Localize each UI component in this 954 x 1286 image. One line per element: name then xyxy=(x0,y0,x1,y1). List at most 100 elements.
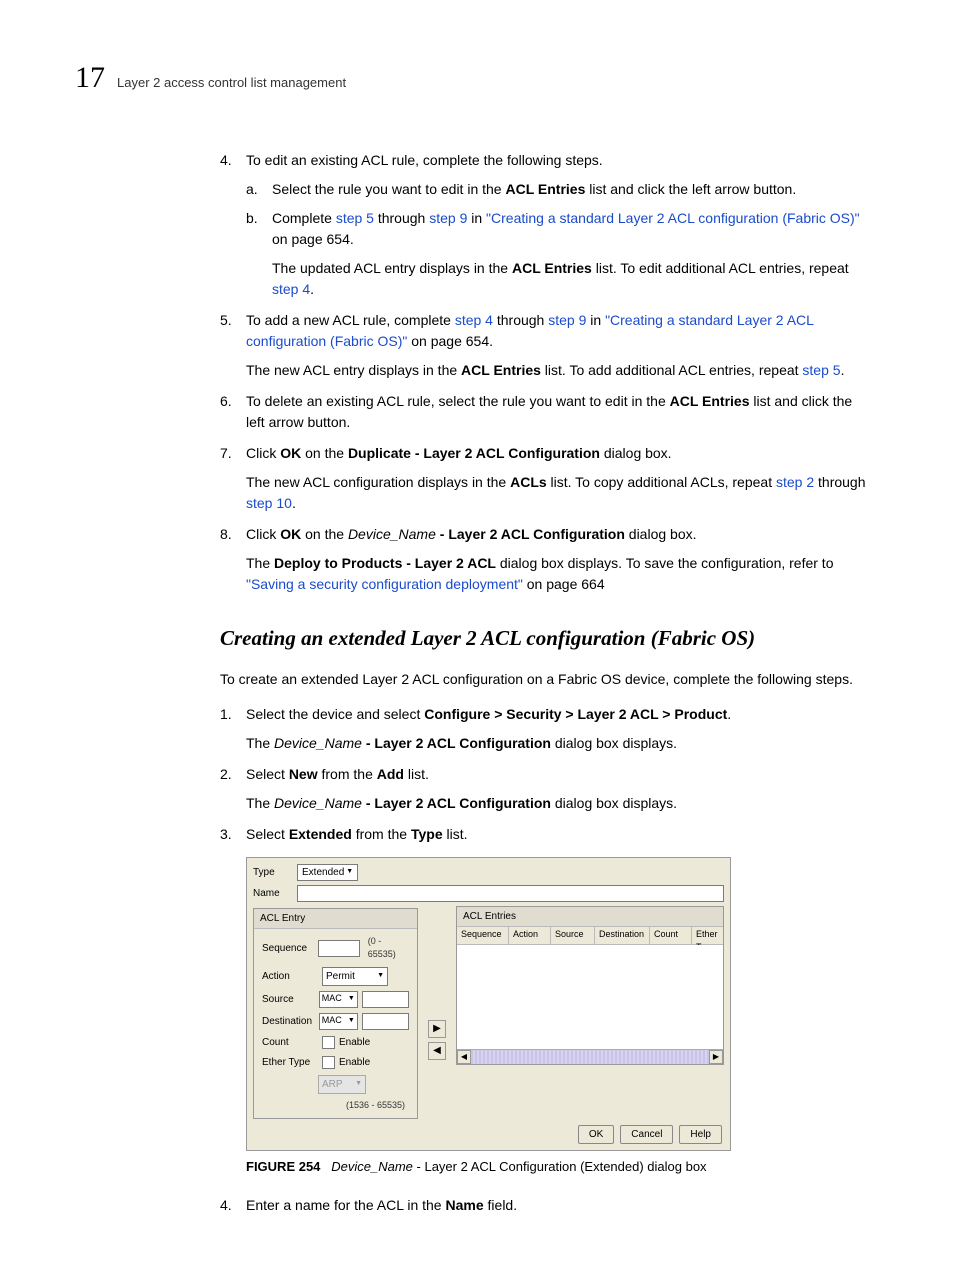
text: list. To add additional ACL entries, rep… xyxy=(541,362,803,378)
header-title: Layer 2 access control list management xyxy=(117,73,346,93)
text: on the xyxy=(301,445,348,461)
acl-entries-header: ACL Entries xyxy=(457,907,723,927)
ext-step-3: 3. Select Extended from the Type list. xyxy=(220,824,869,845)
col-sequence[interactable]: Sequence xyxy=(457,927,509,944)
step-number: 6. xyxy=(220,391,246,433)
bold-text: Deploy to Products - Layer 2 ACL xyxy=(274,555,496,571)
text: list. xyxy=(404,766,429,782)
type-value: Extended xyxy=(302,865,344,880)
table-body xyxy=(457,945,723,1049)
scroll-right-icon[interactable]: ▶ xyxy=(709,1050,723,1064)
arrow-left-button[interactable]: ◀ xyxy=(428,1042,446,1060)
scroll-track[interactable] xyxy=(471,1050,709,1064)
bold-text: ACL Entries xyxy=(461,362,541,378)
arrow-right-button[interactable]: ▶ xyxy=(428,1020,446,1038)
bold-text: New xyxy=(289,766,318,782)
col-destination[interactable]: Destination xyxy=(595,927,650,944)
ext-step-4: 4. Enter a name for the ACL in the Name … xyxy=(220,1195,869,1216)
text: Click xyxy=(246,445,280,461)
cancel-button[interactable]: Cancel xyxy=(620,1125,673,1144)
text: in xyxy=(467,210,486,226)
ok-button[interactable]: OK xyxy=(578,1125,614,1144)
dialog-columns: ACL Entry Sequence (0 - 65535) Action Pe… xyxy=(253,906,724,1120)
step-body: Click OK on the Duplicate - Layer 2 ACL … xyxy=(246,443,869,514)
count-checkbox[interactable] xyxy=(322,1036,335,1049)
bold-text: Add xyxy=(377,766,404,782)
chevron-down-icon: ▼ xyxy=(355,1079,362,1090)
chevron-down-icon: ▼ xyxy=(377,971,384,982)
chevron-down-icon: ▼ xyxy=(348,1016,355,1027)
action-row: Action Permit▼ xyxy=(262,967,409,986)
type-select[interactable]: Extended▼ xyxy=(297,864,358,881)
horizontal-scrollbar[interactable]: ◀ ▶ xyxy=(457,1049,723,1064)
text: through xyxy=(374,210,429,226)
text: Select xyxy=(246,766,289,782)
text: list and click the left arrow button. xyxy=(585,181,796,197)
followup: The Device_Name - Layer 2 ACL Configurat… xyxy=(246,733,869,754)
text: dialog box displays. xyxy=(551,735,677,751)
acl-entry-panel: ACL Entry Sequence (0 - 65535) Action Pe… xyxy=(253,908,418,1120)
text: dialog box displays. To save the configu… xyxy=(496,555,834,571)
col-ethertype[interactable]: Ether Typ xyxy=(692,927,723,944)
action-value: Permit xyxy=(326,969,355,984)
figure-rest: - Layer 2 ACL Configuration (Extended) d… xyxy=(413,1159,707,1174)
help-button[interactable]: Help xyxy=(679,1125,722,1144)
text: . xyxy=(310,281,314,297)
source-input[interactable] xyxy=(362,991,409,1008)
arrow-left-icon: ◀ xyxy=(433,1043,441,1058)
link-step9[interactable]: step 9 xyxy=(429,210,467,226)
source-type-select[interactable]: MAC▼ xyxy=(319,991,358,1008)
text: Select xyxy=(246,826,289,842)
ethertype-checkbox[interactable] xyxy=(322,1056,335,1069)
italic-text: Device_Name xyxy=(274,735,362,751)
col-source[interactable]: Source xyxy=(551,927,595,944)
sequence-row: Sequence (0 - 65535) xyxy=(262,935,409,962)
chevron-down-icon: ▼ xyxy=(348,994,355,1005)
bold-text: Configure > Security > Layer 2 ACL > Pro… xyxy=(424,706,727,722)
italic-text: Device_Name xyxy=(348,526,436,542)
destination-type-select[interactable]: MAC▼ xyxy=(319,1013,358,1030)
text: dialog box. xyxy=(600,445,672,461)
link-step2[interactable]: step 2 xyxy=(776,474,814,490)
name-input[interactable] xyxy=(297,885,724,902)
link-step9[interactable]: step 9 xyxy=(548,312,586,328)
bold-text: Name xyxy=(446,1197,484,1213)
step-body: Click OK on the Device_Name - Layer 2 AC… xyxy=(246,524,869,595)
step-number: 2. xyxy=(220,764,246,814)
text: . xyxy=(727,706,731,722)
action-select[interactable]: Permit ▼ xyxy=(322,967,388,986)
link-creating-standard[interactable]: "Creating a standard Layer 2 ACL configu… xyxy=(486,210,860,226)
sequence-input[interactable] xyxy=(318,940,359,957)
table-header: Sequence Action Source Destination Count… xyxy=(457,927,723,945)
text: To add a new ACL rule, complete xyxy=(246,312,455,328)
destination-input[interactable] xyxy=(362,1013,409,1030)
bold-text: - Layer 2 ACL Configuration xyxy=(362,795,551,811)
link-step4[interactable]: step 4 xyxy=(272,281,310,297)
step-4: 4. To edit an existing ACL rule, complet… xyxy=(220,150,869,300)
name-row: Name xyxy=(253,885,724,902)
link-step5[interactable]: step 5 xyxy=(336,210,374,226)
page-header: 17 Layer 2 access control list managemen… xyxy=(75,55,869,100)
bold-text: ACL Entries xyxy=(512,260,592,276)
italic-text: Device_Name xyxy=(274,795,362,811)
scroll-left-icon[interactable]: ◀ xyxy=(457,1050,471,1064)
link-step4[interactable]: step 4 xyxy=(455,312,493,328)
destination-row: Destination MAC▼ xyxy=(262,1013,409,1030)
col-action[interactable]: Action xyxy=(509,927,551,944)
figure-area: Type Extended▼ Name ACL Entry Seq xyxy=(246,857,869,1177)
text: dialog box. xyxy=(625,526,697,542)
text: from the xyxy=(352,826,411,842)
col-count[interactable]: Count xyxy=(650,927,692,944)
acl-config-dialog: Type Extended▼ Name ACL Entry Seq xyxy=(246,857,731,1152)
chevron-down-icon: ▼ xyxy=(346,867,353,878)
link-saving-security[interactable]: "Saving a security configuration deploym… xyxy=(246,576,523,592)
step-number: 5. xyxy=(220,310,246,381)
text: Complete xyxy=(272,210,336,226)
bold-text: ACL Entries xyxy=(670,393,750,409)
arp-select[interactable]: ARP▼ xyxy=(318,1075,366,1094)
sequence-label: Sequence xyxy=(262,941,314,956)
chapter-number: 17 xyxy=(75,55,105,100)
link-step5[interactable]: step 5 xyxy=(802,362,840,378)
step-number: 8. xyxy=(220,524,246,595)
link-step10[interactable]: step 10 xyxy=(246,495,292,511)
